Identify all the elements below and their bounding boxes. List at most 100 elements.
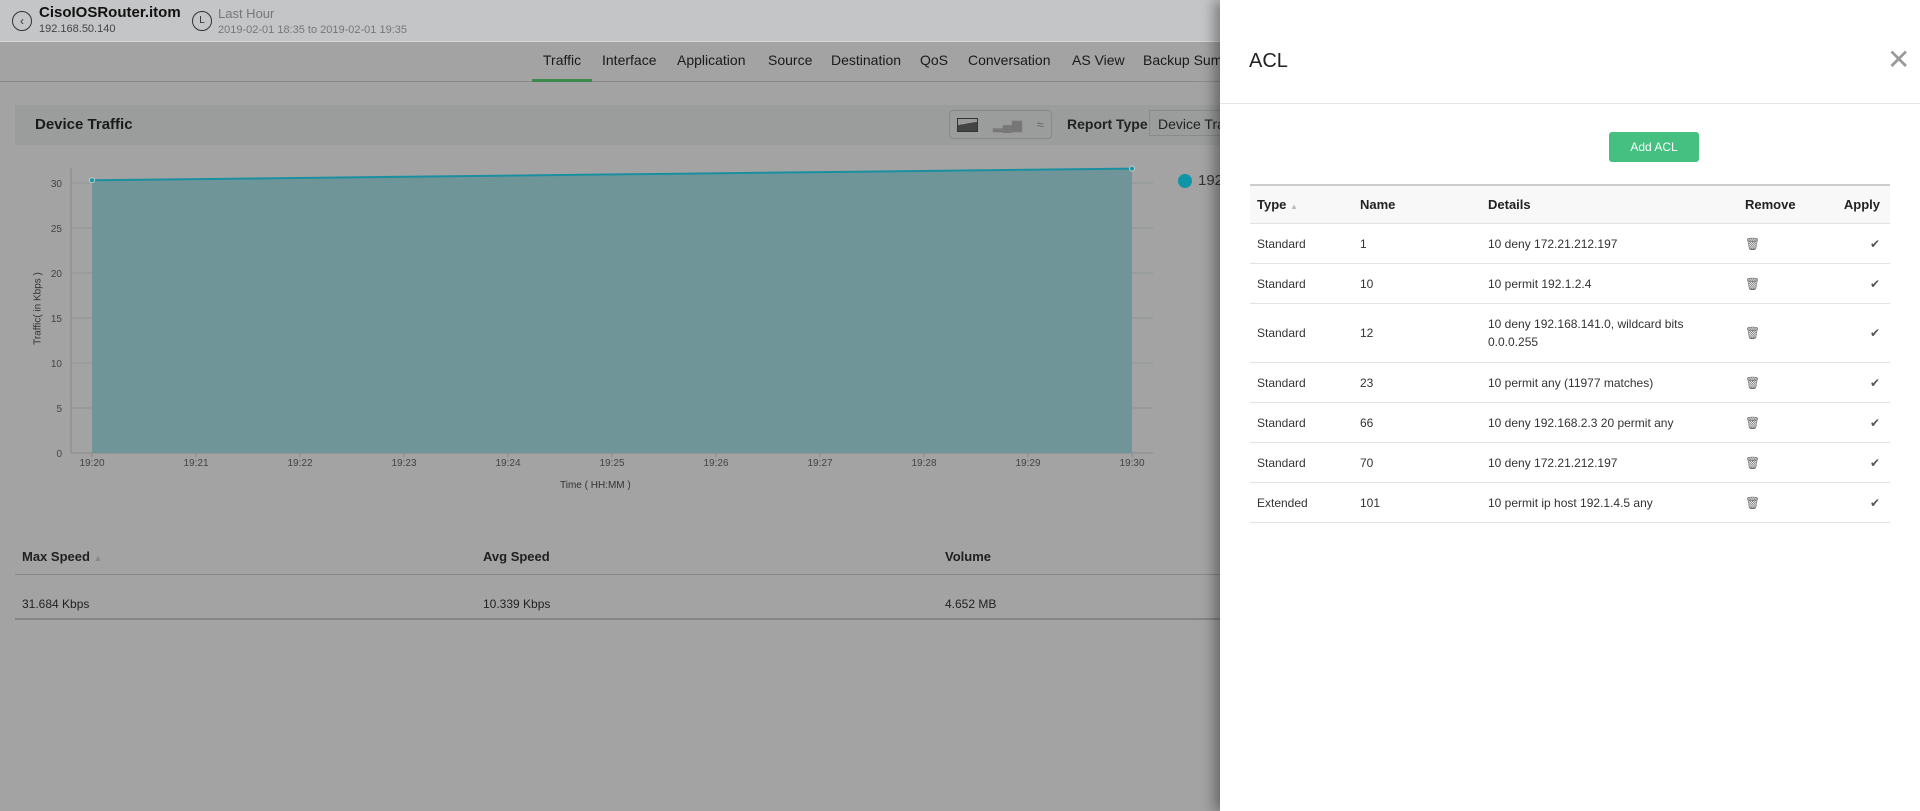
x-tick-label: 19:28 [911,458,936,469]
tab-application[interactable]: Application [677,52,746,82]
x-tick-label: 19:27 [807,458,832,469]
divider [1220,103,1920,104]
acl-details: 10 deny 172.21.212.197 [1488,236,1618,251]
trash-icon[interactable]: 🗑 [1745,416,1827,430]
acl-name: 66 [1360,415,1374,430]
trash-icon[interactable]: 🗑 [1745,326,1827,340]
acl-name: 101 [1360,495,1381,510]
acl-name: 23 [1360,375,1374,390]
acl-panel: ACL ✕ Add ACL Type ▲ Name Details Remove… [1220,0,1920,811]
add-acl-button[interactable]: Add ACL [1609,132,1699,162]
apply-check-icon[interactable]: ✔ [1827,376,1890,390]
apply-check-icon[interactable]: ✔ [1827,326,1890,340]
acl-type: Standard [1257,455,1306,470]
y-tick-label: 0 [56,449,62,460]
device-name: CisoIOSRouter.itom [39,4,181,21]
volume-header[interactable]: Volume [945,549,991,564]
acl-row: Standard 12 10 deny 192.168.141.0, wildc… [1250,304,1890,363]
device-ip: 192.168.50.140 [39,23,116,35]
tab-destination[interactable]: Destination [831,52,901,82]
acl-table-header: Type ▲ Name Details Remove Apply [1250,186,1890,224]
acl-row: Standard 10 10 permit 192.1.2.4 🗑 ✔ [1250,264,1890,304]
x-tick-label: 19:26 [703,458,728,469]
apply-check-icon[interactable]: ✔ [1827,237,1890,251]
details-header: Details [1488,196,1531,212]
clock-icon[interactable]: L [192,11,212,31]
y-tick-label: 25 [51,224,63,235]
trash-icon[interactable]: 🗑 [1745,237,1827,251]
tab-bar: Traffic Interface Application Source Des… [0,42,1234,82]
x-tick-label: 19:23 [391,458,416,469]
y-tick-label: 5 [56,404,62,415]
trash-icon[interactable]: 🗑 [1745,456,1827,470]
tab-interface[interactable]: Interface [602,52,656,82]
summary-header: Max Speed ▲ Avg Speed Volume [15,537,1220,575]
bar-chart-icon[interactable]: ▂▄▆ [993,117,1022,133]
line-chart-icon[interactable]: ≈ [1037,117,1044,132]
avg-speed-header[interactable]: Avg Speed [483,549,550,564]
x-tick-label: 19:29 [1015,458,1040,469]
tab-traffic[interactable]: Traffic [532,52,592,82]
acl-row: Standard 66 10 deny 192.168.2.3 20 permi… [1250,403,1890,443]
apply-check-icon[interactable]: ✔ [1827,277,1890,291]
apply-check-icon[interactable]: ✔ [1827,496,1890,510]
acl-name: 10 [1360,276,1374,291]
acl-details: 10 deny 192.168.141.0, wildcard bits 0.0… [1488,317,1684,349]
x-tick-label: 19:21 [183,458,208,469]
acl-details: 10 permit any (11977 matches) [1488,375,1654,390]
time-period[interactable]: Last Hour [218,6,274,21]
acl-name: 12 [1360,326,1374,340]
tab-as-view[interactable]: AS View [1072,52,1125,82]
x-tick-label: 19:30 [1119,458,1144,469]
x-tick-label: 19:22 [287,458,312,469]
acl-type: Standard [1257,326,1306,340]
data-point [1129,165,1135,172]
acl-row: Standard 23 10 permit any (11977 matches… [1250,363,1890,403]
acl-name: 1 [1360,236,1367,251]
time-range: 2019-02-01 18:35 to 2019-02-01 19:35 [218,24,407,36]
tab-conversation[interactable]: Conversation [968,52,1051,82]
acl-details: 10 permit 192.1.2.4 [1488,276,1592,291]
apply-check-icon[interactable]: ✔ [1827,456,1890,470]
area-fill [92,168,1132,453]
type-header[interactable]: Type ▲ [1250,197,1360,212]
chart-type-switcher: ▂▄▆ ≈ [949,110,1052,139]
name-header: Name [1360,197,1396,212]
traffic-chart: 0 5 10 15 20 25 30 19:20 19:21 19:22 19:23 19:24 19:… [51,165,1153,469]
y-tick-label: 10 [51,359,63,370]
y-tick-label: 15 [51,314,63,325]
acl-type: Standard [1257,276,1306,291]
x-axis-title: Time ( HH:MM ) [560,480,631,491]
acl-row: Extended 101 10 permit ip host 192.1.4.5… [1250,483,1890,523]
trash-icon[interactable]: 🗑 [1745,376,1827,390]
x-tick-label: 19:25 [599,458,624,469]
x-tick-label: 19:20 [79,458,104,469]
y-tick-label: 30 [51,179,63,190]
acl-type: Standard [1257,415,1306,430]
acl-row: Standard 70 10 deny 172.21.212.197 🗑 ✔ [1250,443,1890,483]
area-chart-icon[interactable] [957,117,979,132]
sort-icon: ▲ [1290,202,1298,211]
acl-details: 10 deny 192.168.2.3 20 permit any [1488,415,1674,430]
acl-details: 10 permit ip host 192.1.4.5 any [1488,495,1653,510]
max-speed-header[interactable]: Max Speed ▲ [22,549,102,564]
tab-qos[interactable]: QoS [920,52,948,82]
data-point [89,177,95,184]
back-icon[interactable]: ‹ [12,11,32,31]
trash-icon[interactable]: 🗑 [1745,277,1827,291]
legend-marker [1178,174,1192,188]
device-traffic-header: Device Traffic ▂▄▆ ≈ Report Type Device … [15,105,1239,145]
summary-row: 31.684 Kbps 10.339 Kbps 4.652 MB [15,575,1220,620]
volume-value: 4.652 MB [945,597,997,611]
report-type-label: Report Type [1067,116,1148,132]
acl-name: 70 [1360,455,1374,470]
avg-speed-value: 10.339 Kbps [483,597,551,611]
close-icon[interactable]: ✕ [1887,46,1910,74]
acl-details: 10 deny 172.21.212.197 [1488,455,1618,470]
apply-check-icon[interactable]: ✔ [1827,416,1890,430]
trash-icon[interactable]: 🗑 [1745,496,1827,510]
device-header: ‹ CisoIOSRouter.itom 192.168.50.140 L La… [0,0,1220,42]
section-title: Device Traffic [35,116,133,133]
max-speed-value: 31.684 Kbps [22,597,90,611]
tab-source[interactable]: Source [768,52,812,82]
